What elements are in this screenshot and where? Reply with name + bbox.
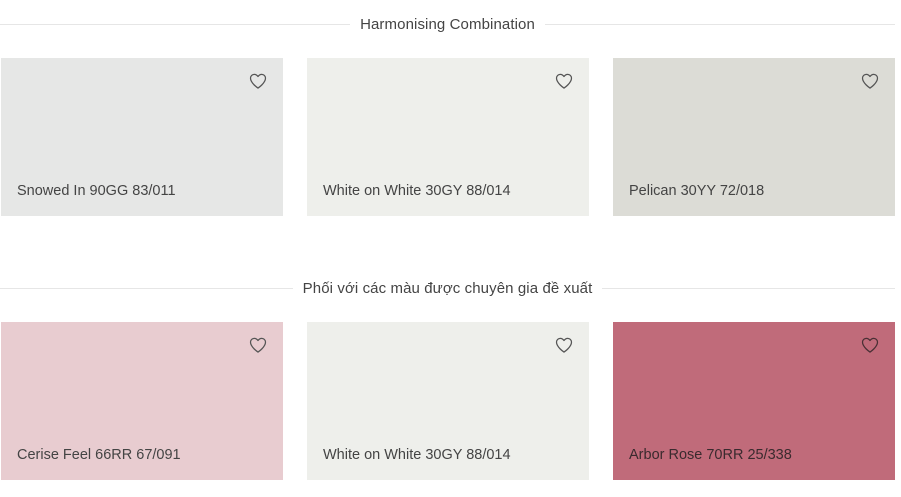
divider-right [544,23,896,25]
color-swatch-card[interactable]: White on White 30GY 88/014 [307,322,589,480]
heart-icon[interactable] [860,335,880,355]
heart-icon[interactable] [860,71,880,91]
color-swatch-card[interactable]: Snowed In 90GG 83/011 [1,58,283,216]
color-swatch-card[interactable]: White on White 30GY 88/014 [307,58,589,216]
swatch-grid-harmonising: Snowed In 90GG 83/011 White on White 30G… [1,58,895,216]
color-name-label: Snowed In 90GG 83/011 [17,183,176,199]
color-name-label: Pelican 30YY 72/018 [629,183,765,199]
color-name-label: White on White 30GY 88/014 [323,183,511,199]
color-swatch-card[interactable]: Arbor Rose 70RR 25/338 [613,322,895,480]
color-swatch-card[interactable]: Pelican 30YY 72/018 [613,58,895,216]
color-swatch-card[interactable]: Cerise Feel 66RR 67/091 [1,322,283,480]
color-name-label: White on White 30GY 88/014 [323,447,511,463]
section-header-expert: Phối với các màu được chuyên gia đề xuất [0,278,896,298]
section-title: Harmonising Combination [360,15,535,33]
color-name-label: Arbor Rose 70RR 25/338 [629,447,792,463]
heart-icon[interactable] [554,335,574,355]
heart-icon[interactable] [248,335,268,355]
divider-right [602,287,896,289]
heart-icon[interactable] [554,71,574,91]
heart-icon[interactable] [248,71,268,91]
color-name-label: Cerise Feel 66RR 67/091 [17,447,181,463]
swatch-grid-expert: Cerise Feel 66RR 67/091 White on White 3… [1,322,895,480]
divider-left [0,287,293,289]
divider-left [0,23,351,25]
section-title: Phối với các màu được chuyên gia đề xuất [302,279,593,297]
section-header-harmonising: Harmonising Combination [0,14,896,34]
